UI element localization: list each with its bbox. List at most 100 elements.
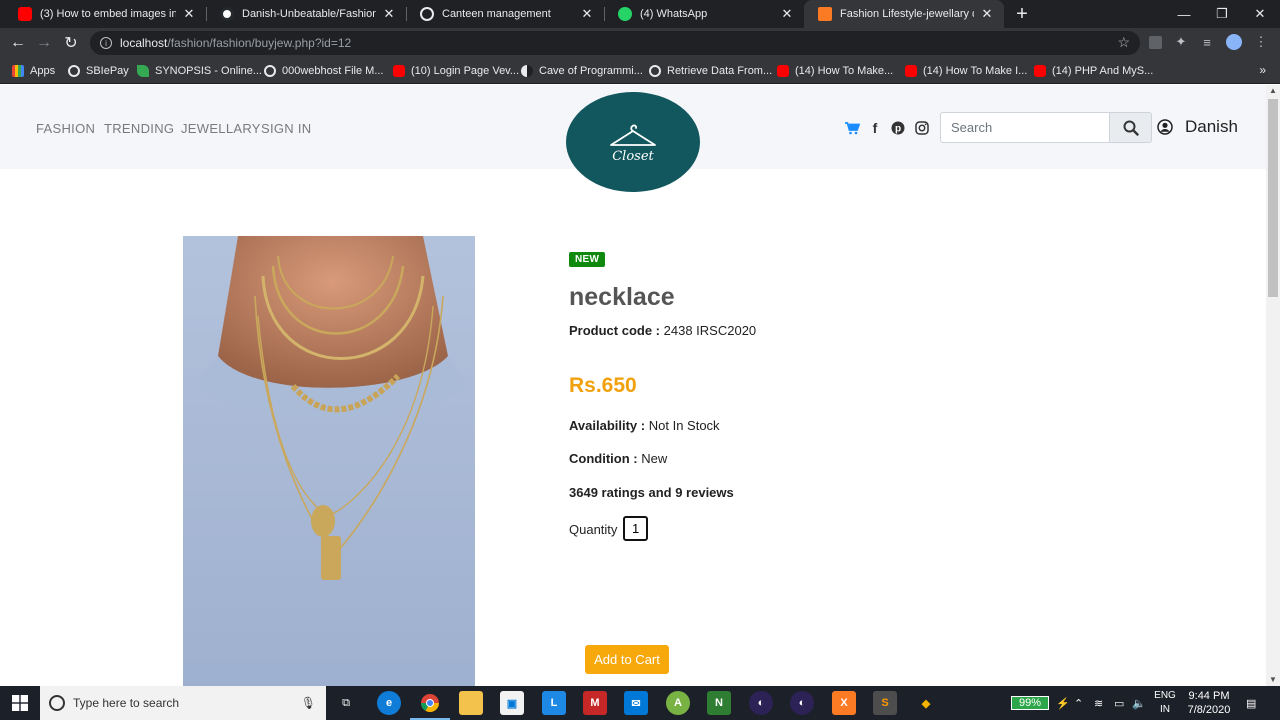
bookmark-item[interactable]: (14) How To Make I... xyxy=(905,62,1027,80)
notepad-plus-icon[interactable]: N xyxy=(707,691,731,715)
wifi-icon[interactable]: ≋ xyxy=(1094,686,1103,720)
bookmark-item[interactable]: SYNOPSIS - Online... xyxy=(137,62,262,80)
close-icon[interactable]: ✕ xyxy=(382,6,396,22)
product-condition: Condition : New xyxy=(569,451,667,466)
youtube-icon xyxy=(1034,65,1046,77)
browser-tab[interactable]: (4) WhatsApp ✕ xyxy=(604,0,804,28)
user-name[interactable]: Danish xyxy=(1185,117,1238,137)
ratings-summary: 3649 ratings and 9 reviews xyxy=(569,485,734,500)
edge-icon[interactable]: e xyxy=(377,691,401,715)
browser-tab[interactable]: Canteen management ✕ xyxy=(406,0,604,28)
file-explorer-icon[interactable] xyxy=(459,691,483,715)
l-app-icon[interactable]: L xyxy=(542,691,566,715)
cart-icon[interactable] xyxy=(844,120,860,136)
power-plug-icon[interactable]: ⚡ xyxy=(1056,686,1070,720)
info-icon[interactable]: i xyxy=(100,37,112,49)
page-scrollbar[interactable]: ▲ ▼ xyxy=(1266,85,1280,686)
apps-icon xyxy=(12,65,24,77)
browser-tab[interactable]: Danish-Unbeatable/Fashion-E-C ✕ xyxy=(206,0,406,28)
close-icon[interactable]: ✕ xyxy=(780,6,794,22)
bookmarks-overflow-button[interactable]: » xyxy=(1259,63,1266,77)
product-code-label: Product code : xyxy=(569,323,661,338)
bookmark-item[interactable]: (14) How To Make... xyxy=(777,62,893,80)
globe-icon xyxy=(68,65,80,77)
xampp-icon[interactable]: X xyxy=(832,691,856,715)
quantity-input[interactable] xyxy=(623,516,648,541)
input-language[interactable]: ENG IN xyxy=(1152,689,1178,717)
taskbar-search-box[interactable]: Type here to search 🎙 xyxy=(40,686,326,720)
bookmark-label: Retrieve Data From... xyxy=(667,65,773,77)
bookmark-item[interactable]: (14) PHP And MyS... xyxy=(1034,62,1153,80)
start-button[interactable] xyxy=(0,686,40,720)
scroll-up-icon[interactable]: ▲ xyxy=(1266,85,1280,97)
availability-value: Not In Stock xyxy=(648,418,720,433)
site-logo[interactable]: Closet xyxy=(566,92,700,192)
user-circle-icon[interactable] xyxy=(1157,119,1173,135)
eclipse-icon[interactable]: ◐ xyxy=(790,691,814,715)
android-studio-icon[interactable]: A xyxy=(666,691,690,715)
window-close-button[interactable]: ✕ xyxy=(1241,0,1279,28)
tray-overflow-icon[interactable]: ⌃ xyxy=(1074,686,1083,720)
nav-link-sign-in[interactable]: SIGN IN xyxy=(261,121,312,136)
url-host: localhost xyxy=(120,36,168,50)
close-icon[interactable]: ✕ xyxy=(980,6,994,22)
git-kraken-icon[interactable]: ◆ xyxy=(914,691,938,715)
volume-icon[interactable]: 🔈 xyxy=(1132,686,1146,720)
forward-button[interactable]: → xyxy=(34,33,54,53)
browser-menu-icon[interactable]: ⋮ xyxy=(1253,34,1269,50)
restore-button[interactable]: ❐ xyxy=(1203,0,1241,28)
bookmark-apps[interactable]: Apps xyxy=(12,62,55,80)
chrome-icon[interactable] xyxy=(418,691,442,715)
minimize-button[interactable]: — xyxy=(1165,0,1203,28)
bookmark-item[interactable]: Cave of Programmi... xyxy=(521,62,643,80)
add-to-cart-button[interactable]: Add to Cart xyxy=(585,645,669,674)
youtube-icon xyxy=(777,65,789,77)
pinterest-icon[interactable]: p xyxy=(890,120,906,136)
facebook-icon[interactable]: f xyxy=(867,120,883,136)
new-tab-button[interactable]: + xyxy=(1012,2,1032,26)
bookmark-item[interactable]: Retrieve Data From... xyxy=(649,62,772,80)
cortana-icon xyxy=(49,695,65,711)
search-button[interactable] xyxy=(1109,112,1152,143)
bookmark-item[interactable]: (10) Login Page Vev... xyxy=(393,62,519,80)
microphone-icon[interactable]: 🎙 xyxy=(301,696,316,710)
browser-tab-active[interactable]: Fashion Lifestyle-jewellary details ✕ xyxy=(804,0,1004,28)
extension-icon[interactable] xyxy=(1147,34,1163,50)
sublime-text-icon[interactable]: S xyxy=(873,691,897,715)
media-control-icon[interactable]: ≡ xyxy=(1199,34,1215,50)
task-view-icon[interactable]: ⧉ xyxy=(334,691,358,715)
battery-indicator[interactable]: 99% xyxy=(1011,696,1049,710)
nav-link-trending[interactable]: TRENDING xyxy=(104,121,174,136)
bookmark-item[interactable]: SBIePay xyxy=(68,62,129,80)
profile-avatar-icon[interactable] xyxy=(1226,34,1242,50)
notifications-icon[interactable]: ▤ xyxy=(1246,686,1256,720)
close-icon[interactable]: ✕ xyxy=(182,6,196,22)
yin-yang-icon xyxy=(521,65,533,77)
condition-label: Condition : xyxy=(569,451,638,466)
extensions-puzzle-icon[interactable]: ✦ xyxy=(1173,34,1189,50)
close-icon[interactable]: ✕ xyxy=(580,6,594,22)
back-button[interactable]: ← xyxy=(8,33,28,53)
windows-taskbar: Type here to search 🎙 ⧉ e ▣ L M ✉ A N ◐ … xyxy=(0,686,1280,720)
bookmark-star-icon[interactable]: ☆ xyxy=(1117,34,1130,51)
reload-button[interactable]: ↻ xyxy=(61,33,81,53)
mail-icon[interactable]: ✉ xyxy=(624,691,648,715)
nav-link-jewellary[interactable]: JEWELLARY xyxy=(181,121,261,136)
bookmark-label: SYNOPSIS - Online... xyxy=(155,65,262,77)
product-code: Product code : 2438 IRSC2020 xyxy=(569,323,756,338)
address-bar[interactable]: i localhost/fashion/fashion/buyjew.php?i… xyxy=(90,31,1140,55)
globe-icon xyxy=(420,7,434,21)
web-page: FASHION TRENDING JEWELLARY SIGN IN f p D… xyxy=(0,85,1266,686)
scrollbar-thumb[interactable] xyxy=(1268,99,1278,297)
battery-tray-icon[interactable]: ▭ xyxy=(1114,686,1124,720)
scroll-down-icon[interactable]: ▼ xyxy=(1266,674,1280,686)
system-clock[interactable]: 9:44 PM 7/8/2020 xyxy=(1182,689,1236,717)
search-input[interactable] xyxy=(940,112,1110,143)
instagram-icon[interactable] xyxy=(914,120,930,136)
nav-link-fashion[interactable]: FASHION xyxy=(36,121,95,136)
bookmark-item[interactable]: 000webhost File M... xyxy=(264,62,384,80)
browser-tab[interactable]: (3) How to embed images in Git ✕ xyxy=(4,0,206,28)
store-icon[interactable]: ▣ xyxy=(500,691,524,715)
mcafee-icon[interactable]: M xyxy=(583,691,607,715)
eclipse-icon[interactable]: ◐ xyxy=(749,691,773,715)
